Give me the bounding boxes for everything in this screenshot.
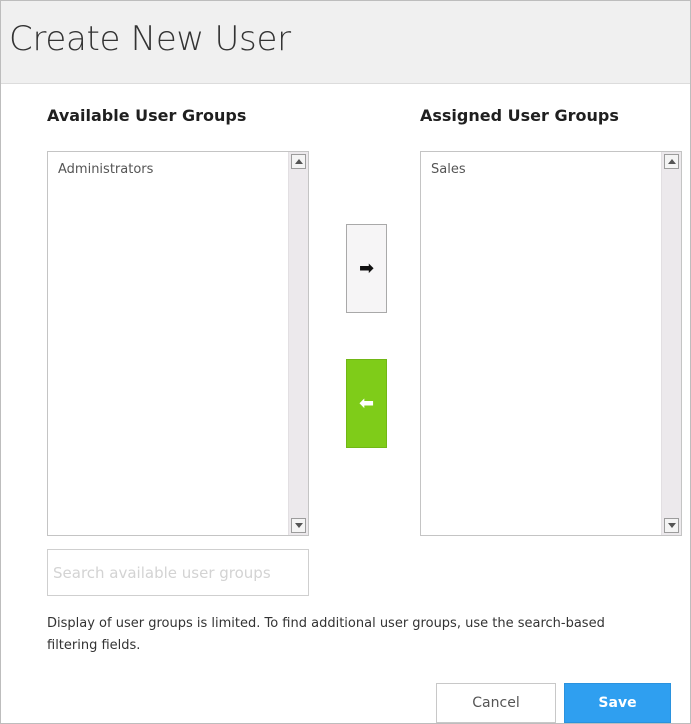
assigned-groups-list[interactable]: Sales <box>420 151 682 536</box>
cancel-button[interactable]: Cancel <box>436 683 556 723</box>
available-groups-list[interactable]: Administrators <box>47 151 309 536</box>
arrow-right-icon: ➡ <box>358 257 375 279</box>
add-to-assigned-button[interactable]: ➡ <box>346 224 387 313</box>
scroll-up-button[interactable] <box>291 154 306 169</box>
triangle-down-icon <box>295 523 303 528</box>
triangle-up-icon <box>668 159 676 164</box>
triangle-up-icon <box>295 159 303 164</box>
dialog-header: Create New User <box>1 1 690 84</box>
available-groups-options: Administrators <box>48 152 288 535</box>
available-groups-scrollbar[interactable] <box>288 152 308 535</box>
assigned-groups-heading: Assigned User Groups <box>420 106 619 125</box>
scroll-down-button[interactable] <box>291 518 306 533</box>
available-groups-heading: Available User Groups <box>47 106 247 125</box>
groups-limit-help-text: Display of user groups is limited. To fi… <box>47 616 605 653</box>
scroll-up-button[interactable] <box>664 154 679 169</box>
assigned-groups-options: Sales <box>421 152 661 535</box>
search-available-groups-input[interactable] <box>47 549 309 596</box>
list-item-administrators[interactable]: Administrators <box>58 161 278 179</box>
dialog-title: Create New User <box>9 19 291 59</box>
save-button[interactable]: Save <box>564 683 671 723</box>
arrow-left-icon: ⬅ <box>358 392 375 414</box>
assigned-groups-scrollbar[interactable] <box>661 152 681 535</box>
create-user-dialog: Create New User Available User Groups As… <box>0 0 691 724</box>
remove-from-assigned-button[interactable]: ⬅ <box>346 359 387 448</box>
scroll-down-button[interactable] <box>664 518 679 533</box>
list-item-sales[interactable]: Sales <box>431 161 651 179</box>
triangle-down-icon <box>668 523 676 528</box>
